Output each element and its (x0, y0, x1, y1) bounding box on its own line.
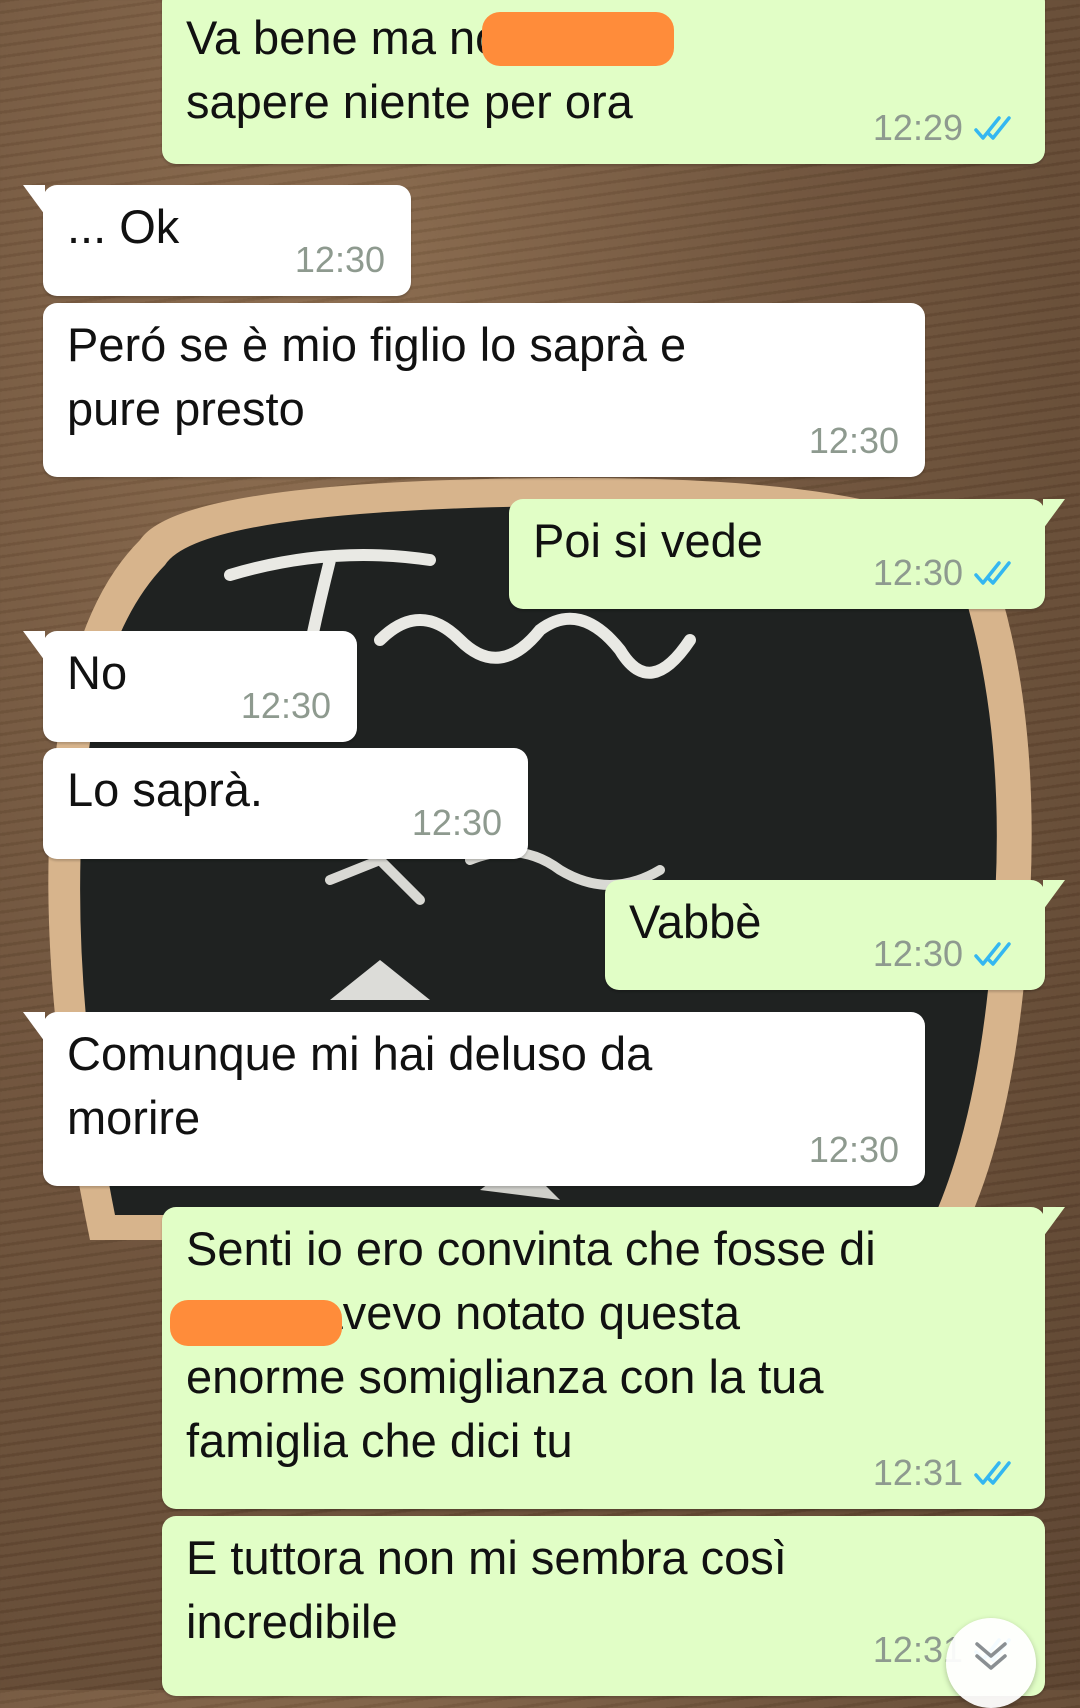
message-bubble-incoming[interactable]: Lo saprà. 12:30 (43, 748, 528, 859)
message-meta: 12:29 (873, 108, 1019, 148)
message-bubble-outgoing[interactable]: Vabbè 12:30 (605, 880, 1065, 990)
message-time: 12:30 (294, 239, 385, 280)
bubble-tail (1043, 1207, 1065, 1237)
message-time: 12:30 (808, 1129, 899, 1170)
message-text: Vabbè (629, 895, 762, 948)
redacted-name (482, 12, 674, 66)
double-check-read-icon (974, 116, 1011, 140)
message-bubble-outgoing[interactable]: Senti io ero convinta che fosse di o non… (162, 1207, 1065, 1509)
bubble-tail (23, 185, 45, 215)
double-check-read-icon (974, 942, 1011, 966)
message-time: 12:30 (411, 802, 502, 843)
message-time: 12:30 (872, 933, 963, 974)
message-time: 12:30 (872, 552, 963, 593)
message-text: Lo saprà. (67, 763, 263, 816)
scroll-to-bottom-button[interactable] (946, 1618, 1036, 1708)
message-time: 12:30 (240, 685, 331, 726)
message-meta: 12:30 (241, 686, 331, 726)
message-meta: 12:30 (809, 421, 899, 461)
bubble-tail (23, 1012, 45, 1042)
message-text: Poi si vede (533, 514, 763, 567)
message-meta: 12:30 (873, 934, 1019, 974)
message-bubble-outgoing[interactable]: Poi si vede 12:30 (509, 499, 1065, 609)
message-text: No (67, 646, 128, 699)
message-meta: 12:31 (873, 1453, 1019, 1493)
message-text: Comunque mi hai deluso da morire (67, 1027, 653, 1144)
message-time: 12:30 (808, 420, 899, 461)
message-meta: 12:30 (873, 553, 1019, 593)
message-bubble-incoming[interactable]: No 12:30 (23, 631, 357, 742)
message-text: E tuttora non mi sembra così incredibile (186, 1531, 787, 1648)
message-bubble-incoming[interactable]: Comunque mi hai deluso da morire 12:30 (23, 1012, 925, 1186)
message-meta: 12:30 (809, 1130, 899, 1170)
message-bubble-incoming[interactable]: ... Ok 12:30 (23, 185, 411, 296)
double-check-read-icon (974, 1461, 1011, 1485)
bubble-tail (1043, 499, 1065, 529)
bubble-tail (23, 631, 45, 661)
message-time: 12:29 (872, 107, 963, 148)
redacted-name (170, 1300, 342, 1346)
double-chevron-down-icon (975, 1642, 1007, 1670)
message-time: 12:31 (872, 1452, 963, 1493)
double-check-read-icon (974, 561, 1011, 585)
message-meta: 12:30 (412, 803, 502, 843)
message-bubble-incoming[interactable]: Peró se è mio figlio lo saprà e pure pre… (43, 303, 925, 477)
message-text: ... Ok (67, 200, 180, 253)
message-meta: 12:30 (295, 240, 385, 280)
bubble-tail (1043, 880, 1065, 910)
message-text: Peró se è mio figlio lo saprà e pure pre… (67, 318, 687, 435)
message-bubble-outgoing[interactable]: E tuttora non mi sembra così incredibile… (162, 1516, 1045, 1696)
